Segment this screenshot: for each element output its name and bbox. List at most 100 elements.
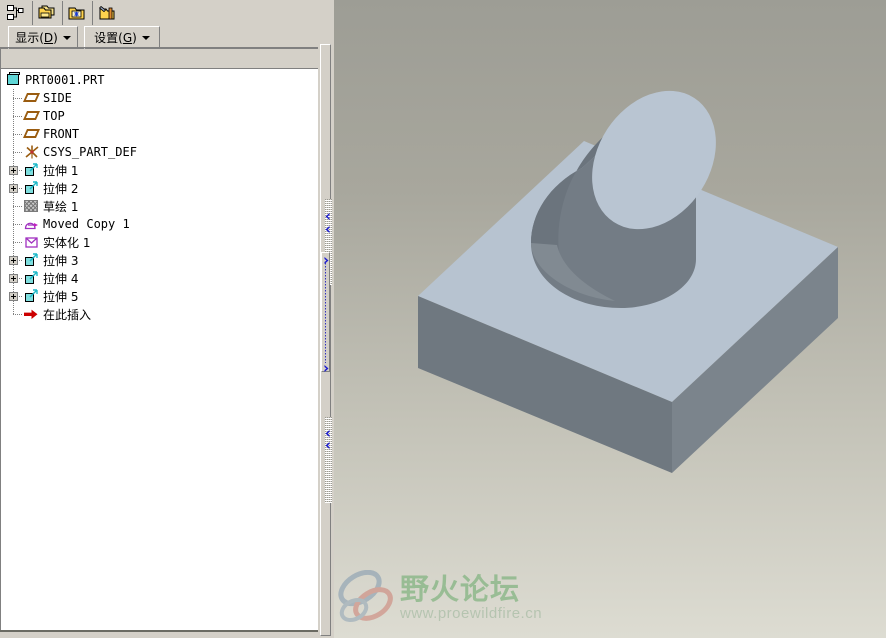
tree-expander-icon[interactable] [9, 184, 18, 193]
tree-connector-line [13, 314, 23, 315]
model-tree-item-label: 拉伸 4 [43, 271, 79, 286]
new-layer-icon [68, 7, 85, 20]
coordinate-system-icon [25, 145, 39, 159]
tree-connector-line [13, 116, 23, 117]
datum-plane-icon [22, 126, 41, 142]
watermark-title: 野火论坛 [400, 571, 521, 606]
extrude-icon [24, 162, 40, 178]
model-tree-item-label: TOP [43, 109, 65, 123]
model-tree-item[interactable]: 实体化 1 [24, 233, 90, 251]
model-tree-item[interactable]: Moved Copy 1 [24, 215, 130, 233]
extrude-icon-arrow [29, 271, 38, 280]
model-tree-icon-button[interactable] [2, 1, 30, 25]
chevron-down-icon [62, 35, 71, 40]
model-tree-item[interactable]: 拉伸 5 [24, 287, 78, 305]
application-window: 显示(D) 设置(G) PRT0001.PRT SIDE TOP FRONT CSYS_… [0, 0, 886, 638]
tree-expander-icon[interactable] [9, 292, 18, 301]
display-menu-button[interactable]: 显示(D) [8, 26, 78, 49]
model-tree-item[interactable]: 拉伸 4 [24, 269, 78, 287]
model-tree-item[interactable]: TOP [22, 107, 65, 125]
tree-menu-row: 显示(D) 设置(G) [0, 26, 330, 49]
model-tree-item[interactable]: FRONT [22, 125, 80, 143]
display-menu-label-pre: 显示( [15, 30, 44, 45]
solidify-icon [24, 234, 40, 250]
splitter-expand-right-icon-top[interactable] [322, 254, 331, 264]
model-tree-item-label: 在此插入 [43, 307, 92, 322]
splitter-collapse-left-icon-1[interactable] [323, 210, 332, 220]
sketch-icon [24, 198, 40, 214]
panel-bottom-shadow [0, 630, 318, 632]
new-layer-icon-button[interactable] [62, 1, 91, 25]
splitter-thumb[interactable] [321, 252, 330, 372]
settings-menu-accel: G [122, 30, 133, 45]
tree-connector-line [13, 98, 23, 99]
model-tree-item-label: FRONT [43, 127, 80, 141]
watermark-url: www.proewildfire.cn [400, 605, 543, 623]
display-menu-label-post: ) [53, 30, 58, 45]
datum-plane-icon [22, 129, 41, 138]
model-tree-icon [7, 5, 24, 20]
layer-tree-icon [38, 5, 55, 19]
extrude-icon [24, 288, 40, 304]
solidify-icon [25, 237, 38, 248]
extrude-icon-arrow [29, 253, 38, 262]
chevron-down-icon [141, 35, 150, 40]
model-tree-item[interactable]: SIDE [22, 89, 72, 107]
tree-expander-icon[interactable] [9, 274, 18, 283]
settings-menu-label-pre: 设置( [94, 30, 123, 45]
splitter-collapse-left-icon-2[interactable] [323, 223, 332, 233]
tree-column-header-frame [0, 47, 320, 115]
model-tree-frame: PRT0001.PRT SIDE TOP FRONT CSYS_PART_DEF 拉伸 1… [0, 68, 320, 632]
watermark-text-block: 野火论坛 www.proewildfire.cn [400, 571, 543, 623]
extrude-icon-arrow [29, 163, 38, 172]
model-tree-panel: 显示(D) 设置(G) PRT0001.PRT SIDE TOP FRONT CSYS_… [0, 0, 330, 638]
extrude-icon [24, 270, 40, 286]
tree-connector-line [13, 134, 23, 135]
tree-connector-line [13, 152, 23, 153]
model-tree-item[interactable]: 在此插入 [24, 305, 91, 323]
coordinate-system-icon [24, 144, 40, 160]
panel-splitter[interactable] [318, 0, 334, 638]
layer-properties-icon-button[interactable] [92, 1, 121, 25]
datum-plane-icon [22, 90, 41, 106]
model-tree-item[interactable]: CSYS_PART_DEF [24, 143, 137, 161]
insert-here-icon [24, 309, 38, 319]
datum-plane-icon [22, 108, 41, 124]
splitter-collapse-left-icon-4[interactable] [323, 439, 332, 449]
extrude-icon [24, 252, 40, 268]
moved-copy-icon [24, 222, 38, 230]
extrude-icon [24, 180, 40, 196]
model-tree-item-label: SIDE [43, 91, 72, 105]
tree-expander-icon[interactable] [9, 256, 18, 265]
model-tree-item-label: 草绘 1 [43, 199, 79, 214]
model-tree-list[interactable]: PRT0001.PRT SIDE TOP FRONT CSYS_PART_DEF 拉伸 1… [2, 70, 316, 628]
layer-tree-icon-button[interactable] [32, 1, 61, 25]
splitter-thumb-dots [325, 263, 326, 363]
model-tree-item-label: 拉伸 2 [43, 181, 79, 196]
moved-copy-icon [24, 216, 40, 232]
forum-watermark: 野火论坛 www.proewildfire.cn [336, 566, 542, 630]
graphics-viewport[interactable] [334, 0, 886, 638]
model-tree-item-label: 拉伸 1 [43, 163, 79, 178]
model-tree-item[interactable]: 拉伸 2 [24, 179, 78, 197]
sketch-icon [24, 200, 38, 212]
splitter-collapse-left-icon-3[interactable] [323, 427, 332, 437]
model-tree-item-label: Moved Copy 1 [43, 217, 130, 231]
part-icon [6, 72, 22, 88]
model-tree-item[interactable]: PRT0001.PRT [6, 71, 104, 89]
tree-icon-toolbar [0, 0, 330, 26]
datum-plane-icon [22, 111, 41, 120]
tree-connector-line [13, 242, 23, 243]
extrude-icon-arrow [29, 181, 38, 190]
part-icon-body [7, 74, 19, 85]
model-tree-item[interactable]: 拉伸 1 [24, 161, 78, 179]
model-tree-item[interactable]: 草绘 1 [24, 197, 78, 215]
extrude-icon-arrow [29, 289, 38, 298]
tree-expander-icon[interactable] [9, 166, 18, 175]
model-tree-item[interactable]: 拉伸 3 [24, 251, 78, 269]
splitter-expand-right-icon-bottom[interactable] [322, 362, 331, 372]
model-tree-item-label: 实体化 1 [43, 235, 91, 250]
model-tree-item-label: CSYS_PART_DEF [43, 145, 137, 159]
display-menu-accel: D [43, 30, 54, 45]
settings-menu-button[interactable]: 设置(G) [84, 26, 160, 49]
